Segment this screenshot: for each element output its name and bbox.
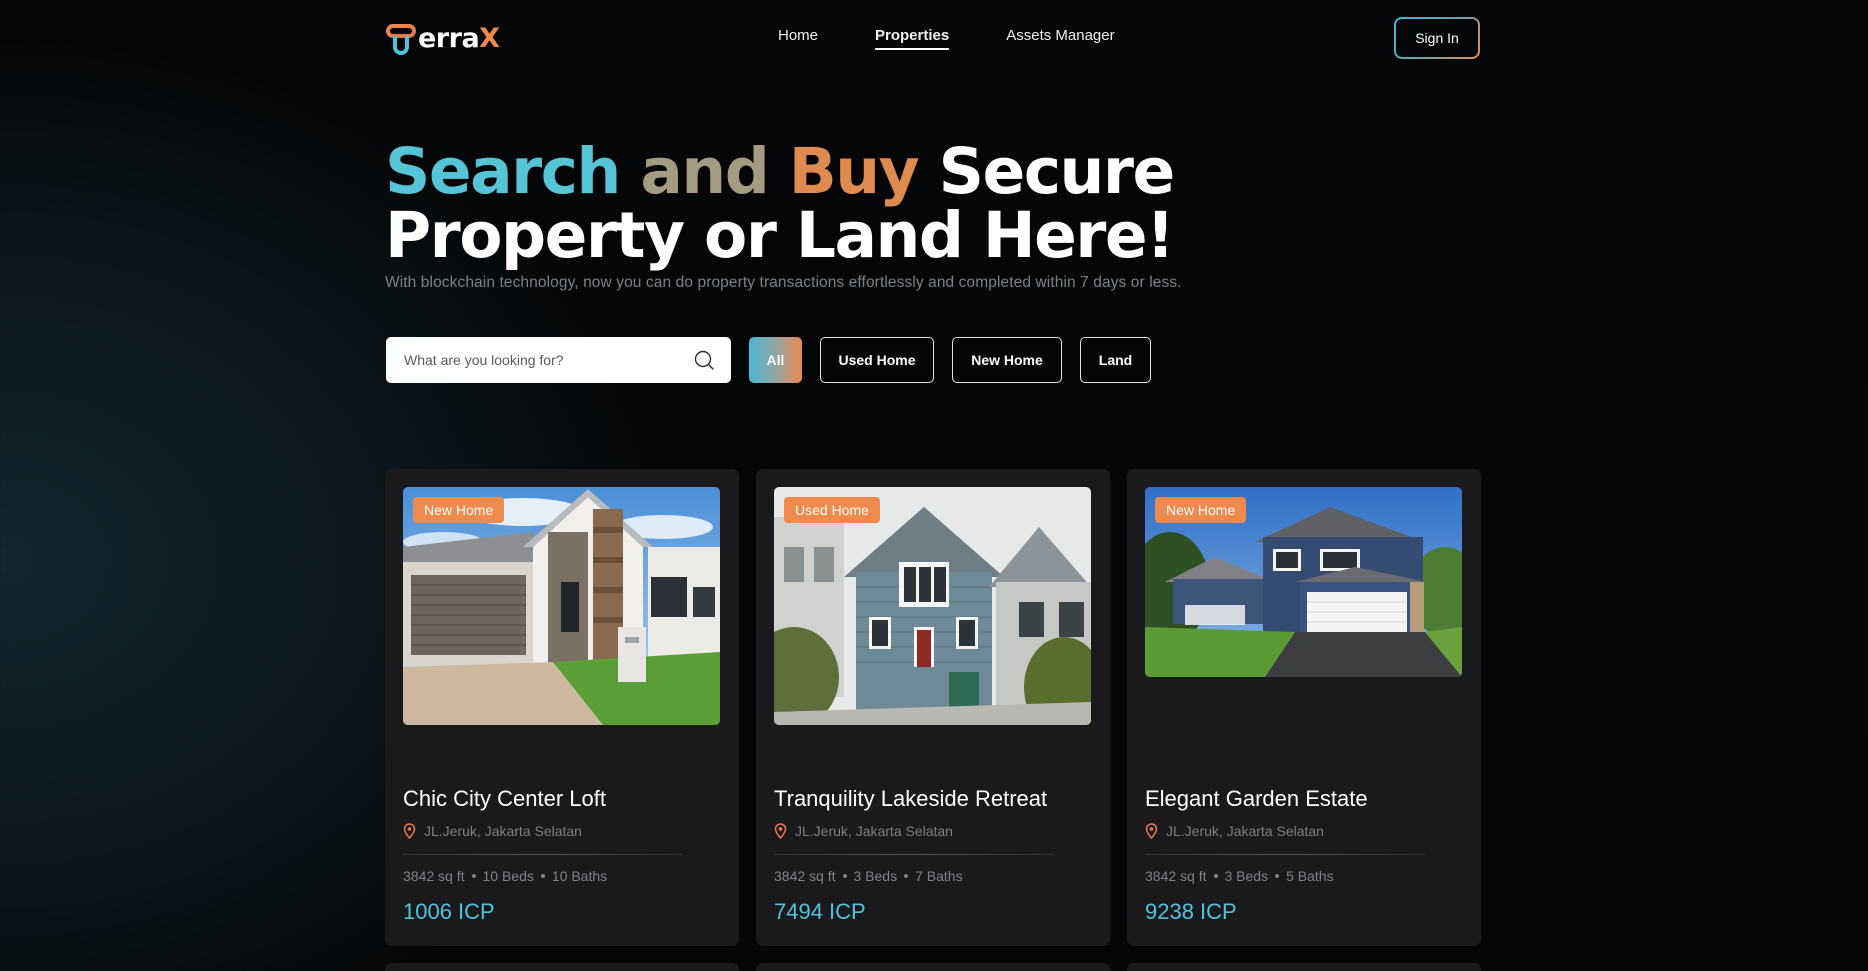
property-baths: 10 Baths: [551, 868, 608, 884]
property-price: 9238 ICP: [1145, 899, 1237, 924]
separator-dot: [842, 874, 847, 878]
location-pin-icon: [403, 823, 416, 839]
terrax-logo[interactable]: erraX: [386, 22, 500, 56]
property-type-badge: New Home: [413, 497, 505, 523]
property-card[interactable]: Used Home Tranquility Lakeside Retreat J…: [756, 469, 1110, 946]
property-image[interactable]: Used Home: [774, 487, 1091, 725]
hero-title-word-and: and: [640, 135, 769, 208]
separator-dot: [1213, 874, 1218, 878]
property-sqft: 3842 sq ft: [774, 868, 836, 884]
hero-title-word-secure: Secure: [938, 135, 1176, 208]
category-filters: All Used Home New Home Land: [749, 337, 1169, 383]
property-card[interactable]: New Home Elegant Garden Estate JL.Jeruk,…: [1127, 469, 1481, 946]
separator-dot: [540, 874, 545, 878]
separator-dot: [1275, 874, 1280, 878]
hero-title: Search and Buy Secure Property or Land H…: [385, 140, 1385, 268]
hero-title-word-search: Search: [385, 135, 621, 208]
property-sqft: 3842 sq ft: [403, 868, 465, 884]
filter-new-home-button[interactable]: New Home: [952, 337, 1062, 383]
property-location-text: JL.Jeruk, Jakarta Selatan: [424, 823, 582, 839]
location-pin-icon: [774, 823, 787, 839]
property-location: JL.Jeruk, Jakarta Selatan: [1145, 823, 1324, 839]
nav-link-home[interactable]: Home: [778, 27, 818, 50]
search-icon[interactable]: [693, 349, 715, 371]
nav-link-assets-manager[interactable]: Assets Manager: [1006, 27, 1114, 50]
filter-all-button[interactable]: All: [749, 337, 802, 383]
card-divider: [403, 854, 683, 855]
location-pin-icon: [1145, 823, 1158, 839]
search-input[interactable]: [404, 352, 693, 368]
property-stats: 3842 sq ft 3 Beds 7 Baths: [774, 868, 963, 884]
sign-in-label: Sign In: [1396, 19, 1478, 57]
filter-land-button[interactable]: Land: [1080, 337, 1151, 383]
property-beds: 3 Beds: [853, 868, 898, 884]
property-image[interactable]: New Home: [403, 487, 720, 725]
card-divider: [774, 854, 1054, 855]
property-location: JL.Jeruk, Jakarta Selatan: [403, 823, 582, 839]
property-price: 1006 ICP: [403, 899, 495, 924]
nav-link-properties[interactable]: Properties: [875, 27, 950, 50]
search-bar: [386, 337, 731, 383]
nav-links: Home Properties Assets Manager: [778, 27, 1172, 50]
property-price: 7494 ICP: [774, 899, 866, 924]
property-title[interactable]: Chic City Center Loft: [403, 786, 606, 812]
property-sqft: 3842 sq ft: [1145, 868, 1207, 884]
separator-dot: [904, 874, 909, 878]
property-grid: New Home Chic City Center Loft JL.Jeruk,…: [385, 469, 1498, 946]
separator-dot: [471, 874, 476, 878]
property-type-badge: New Home: [1155, 497, 1247, 523]
hero-title-line-2: Property or Land Here!: [385, 199, 1175, 272]
property-card[interactable]: New Home Chic City Center Loft JL.Jeruk,…: [385, 469, 739, 946]
property-location-text: JL.Jeruk, Jakarta Selatan: [1166, 823, 1324, 839]
property-location-text: JL.Jeruk, Jakarta Selatan: [795, 823, 953, 839]
property-image[interactable]: New Home: [1145, 487, 1462, 677]
property-stats: 3842 sq ft 3 Beds 5 Baths: [1145, 868, 1334, 884]
property-stats: 3842 sq ft 10 Beds 10 Baths: [403, 868, 607, 884]
filter-used-home-button[interactable]: Used Home: [820, 337, 934, 383]
property-location: JL.Jeruk, Jakarta Selatan: [774, 823, 953, 839]
property-beds: 3 Beds: [1224, 868, 1269, 884]
property-baths: 7 Baths: [915, 868, 963, 884]
hero-title-word-buy: Buy: [788, 135, 920, 208]
property-beds: 10 Beds: [482, 868, 534, 884]
card-divider: [1145, 854, 1425, 855]
terrax-logo-icon: [386, 24, 416, 55]
hero-subtitle: With blockchain technology, now you can …: [385, 274, 1182, 291]
property-card-next-row[interactable]: [756, 963, 1110, 971]
property-title[interactable]: Tranquility Lakeside Retreat: [774, 786, 1047, 812]
property-type-badge: Used Home: [784, 497, 880, 523]
sign-in-button[interactable]: Sign In: [1394, 17, 1480, 59]
hero-section: Search and Buy Secure Property or Land H…: [385, 140, 1385, 292]
top-navigation: erraX Home Properties Assets Manager Sig…: [386, 0, 1480, 76]
property-title[interactable]: Elegant Garden Estate: [1145, 786, 1368, 812]
logo-wordmark: erraX: [418, 23, 500, 54]
property-card-next-row[interactable]: [1127, 963, 1481, 971]
property-card-next-row[interactable]: [385, 963, 739, 971]
property-baths: 5 Baths: [1286, 868, 1334, 884]
